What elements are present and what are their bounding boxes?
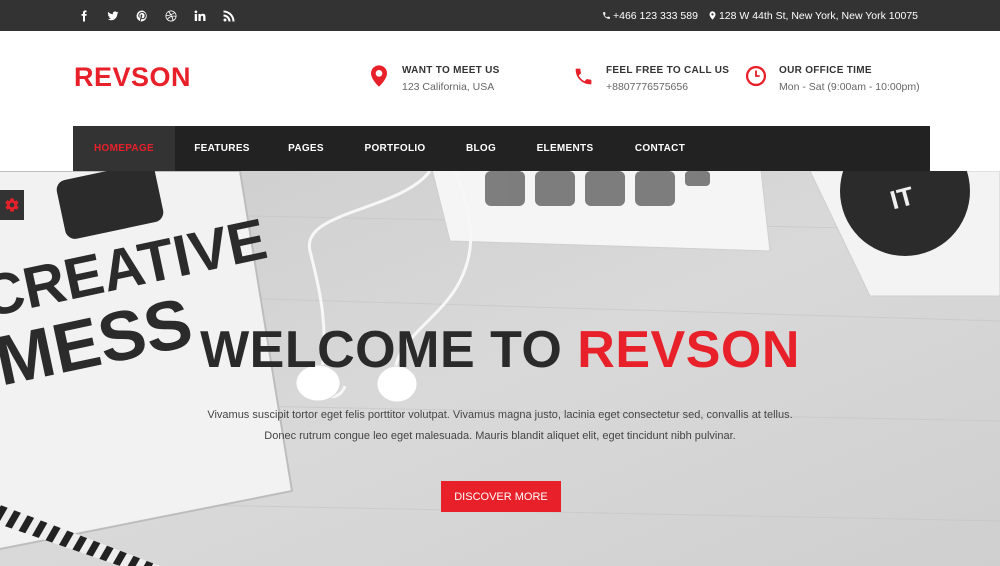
dribbble-icon[interactable]: [165, 10, 177, 22]
paper-graphic: [431, 171, 771, 252]
top-address: 128 W 44th St, New York, New York 10075: [708, 10, 918, 22]
nav-item-elements[interactable]: ELEMENTS: [515, 126, 615, 171]
top-address-text: 128 W 44th St, New York, New York 10075: [718, 9, 918, 22]
gear-icon: [5, 198, 19, 212]
hero-title-accent: REVSON: [577, 321, 800, 379]
hero-text-line1: Vivamus suscipit tortor eget felis portt…: [207, 409, 793, 421]
nav-item-blog[interactable]: BLOG: [447, 126, 515, 171]
top-phone-text: +466 123 333 589: [612, 9, 698, 22]
settings-toggle[interactable]: [0, 190, 24, 220]
info-meet-sub: 123 California, USA: [402, 81, 495, 93]
hero-description: Vivamus suscipit tortor eget felis portt…: [150, 405, 850, 447]
nav-item-portfolio[interactable]: PORTFOLIO: [343, 126, 447, 171]
nav-item-pages[interactable]: PAGES: [269, 126, 343, 171]
info-office-sub: Mon - Sat (9:00am - 10:00pm): [779, 81, 920, 93]
hero-text-line2: Donec rutrum congue leo eget malesuada. …: [264, 430, 736, 442]
site-logo[interactable]: REVSON: [74, 62, 191, 93]
hero-title-main: WELCOME TO: [200, 321, 578, 379]
discover-more-button[interactable]: DISCOVER MORE: [441, 481, 561, 512]
social-links: [78, 0, 252, 31]
info-office-time: OUR OFFICE TIME Mon - Sat (9:00am - 10:0…: [745, 64, 920, 95]
clock-icon: [745, 64, 767, 88]
top-contact: +466 123 333 589 128 W 44th St, New York…: [592, 0, 918, 31]
nav-item-homepage[interactable]: HOMEPAGE: [73, 126, 175, 171]
pinterest-icon[interactable]: [136, 10, 148, 22]
info-meet-title: WANT TO MEET US: [402, 65, 500, 76]
info-call: FEEL FREE TO CALL US +8807776575656: [572, 64, 729, 95]
rss-icon[interactable]: [223, 10, 235, 22]
phone-small-icon: [603, 12, 610, 19]
hero-title: WELCOME TO REVSON: [0, 320, 1000, 380]
map-marker-small-icon: [709, 11, 716, 20]
map-marker-icon: [368, 64, 390, 88]
info-call-title: FEEL FREE TO CALL US: [606, 65, 730, 76]
linkedin-icon[interactable]: [194, 10, 206, 22]
phone-icon: [572, 64, 594, 88]
facebook-icon[interactable]: [78, 10, 90, 22]
info-call-sub[interactable]: +8807776575656: [606, 79, 729, 95]
nav-item-contact[interactable]: CONTACT: [615, 126, 705, 171]
twitter-icon[interactable]: [107, 10, 119, 22]
info-meet: WANT TO MEET US 123 California, USA: [368, 64, 500, 95]
info-office-title: OUR OFFICE TIME: [779, 65, 872, 76]
top-phone[interactable]: +466 123 333 589: [602, 10, 698, 22]
nav-item-features[interactable]: FEATURES: [175, 126, 269, 171]
top-bar: +466 123 333 589 128 W 44th St, New York…: [0, 0, 1000, 31]
main-nav: HOMEPAGE FEATURES PAGES PORTFOLIO BLOG E…: [73, 126, 930, 171]
